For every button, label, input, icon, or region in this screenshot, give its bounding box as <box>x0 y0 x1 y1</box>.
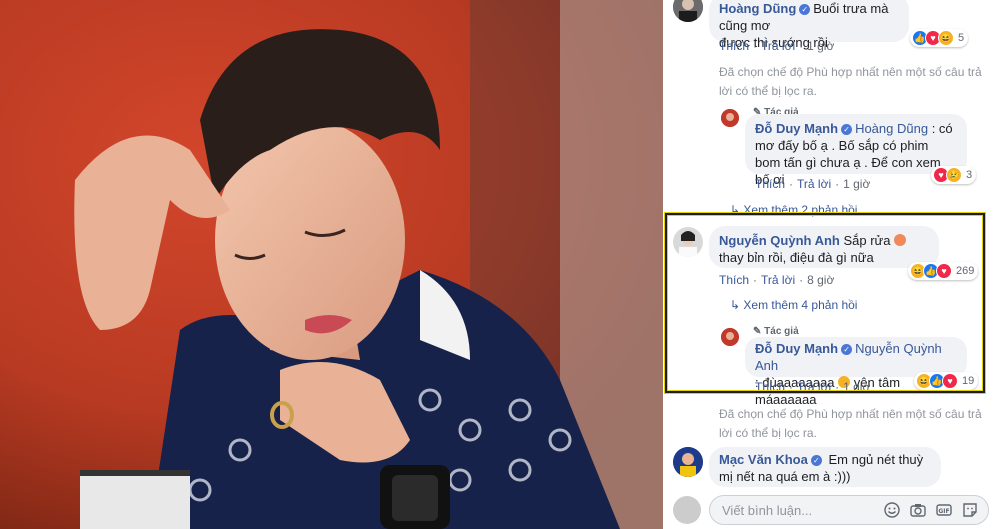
emoji-icon[interactable] <box>884 502 900 518</box>
avatar-image <box>673 447 703 477</box>
portrait-painting-image <box>0 0 663 529</box>
avatar[interactable] <box>673 227 703 257</box>
avatar[interactable] <box>673 447 703 477</box>
comments-panel: Hoàng Dũng ✓ Buổi trưa mà cũng mơ được thì… <box>663 0 999 529</box>
love-reaction-icon: ♥ <box>942 373 958 389</box>
love-reaction-icon: ♥ <box>936 263 952 279</box>
reply-do-duy-manh-1: ✎ Tác giả Đỗ Duy Mạnh ✓ Hoàng Dũng : có mơ… <box>673 104 993 194</box>
avatar-image <box>721 328 739 346</box>
verified-icon: ✓ <box>799 4 811 15</box>
commenter-name[interactable]: Đỗ Duy Mạnh <box>755 341 838 356</box>
comment-text-b: thay bỉn rồi, điệu đà gì nữa <box>719 250 874 265</box>
reply-link[interactable]: Trả lời <box>797 380 831 394</box>
comment-time[interactable]: 1 giờ <box>807 39 834 53</box>
pencil-icon: ✎ <box>753 326 762 337</box>
verified-icon: ✓ <box>841 124 853 135</box>
avatar-image <box>673 0 703 22</box>
reply-actions: Thích · Trả lời · 1 giờ <box>755 380 871 394</box>
comment-time[interactable]: 8 giờ <box>807 273 834 287</box>
comment-mac-van-khoa: Mạc Văn Khoa ✓ Em ngủ nét thuỳ mị nết na … <box>673 447 993 491</box>
like-link[interactable]: Thích <box>719 39 749 53</box>
verified-icon: ✓ <box>841 344 853 355</box>
painting-svg <box>0 0 663 529</box>
see-more-label: Xem thêm 2 phản hồi <box>743 203 858 217</box>
avatar-image <box>721 109 739 127</box>
reaction-summary[interactable]: 😆 👍 ♥ 19 <box>914 372 979 390</box>
reply-link[interactable]: Trả lời <box>761 273 795 287</box>
reply-do-duy-manh-2: ✎ Tác giả Đỗ Duy Mạnh ✓ Nguyễn Quỳnh Anh :… <box>673 323 993 407</box>
filter-notice: Đã chọn chế độ Phù hợp nhất nên một số c… <box>719 65 982 98</box>
commenter-name[interactable]: Hoàng Dũng <box>719 1 796 16</box>
peach-emoji-icon <box>894 234 907 246</box>
comment-input[interactable] <box>720 502 874 519</box>
reply-link[interactable]: Trả lời <box>797 177 831 191</box>
reaction-summary[interactable]: 😆 👍 ♥ 269 <box>908 262 979 280</box>
reply-time[interactable]: 1 giờ <box>843 177 870 191</box>
reply-bubble-body: Đỗ Duy Mạnh ✓ Nguyễn Quỳnh Anh : đùaaaaaaa… <box>745 337 967 407</box>
comment-bubble: Mạc Văn Khoa ✓ Em ngủ nét thuỳ mị nết na … <box>709 447 941 487</box>
haha-reaction-icon: 😆 <box>938 30 954 46</box>
avatar[interactable] <box>721 109 739 127</box>
comment-input-box[interactable]: GIF <box>709 495 989 525</box>
author-tag: ✎ Tác giả <box>753 326 799 337</box>
reply-arrow-icon: ↳ <box>730 203 741 217</box>
commenter-name[interactable]: Nguyễn Quỳnh Anh <box>719 233 840 248</box>
mention-link[interactable]: Hoàng Dũng <box>855 121 928 136</box>
comment-actions: Thích · Trả lời · 1 giờ <box>719 39 835 53</box>
avatar <box>673 496 701 524</box>
reaction-count: 3 <box>966 169 973 181</box>
sad-reaction-icon: 😢 <box>946 167 962 183</box>
avatar[interactable] <box>721 328 739 346</box>
like-link[interactable]: Thích <box>755 177 785 191</box>
commenter-name[interactable]: Đỗ Duy Mạnh <box>755 121 838 136</box>
reply-actions: Thích · Trả lời · 1 giờ <box>755 177 871 191</box>
svg-text:GIF: GIF <box>938 508 949 515</box>
filter-notice: Đã chọn chế độ Phù hợp nhất nên một số c… <box>719 407 982 440</box>
comment-bubble: Nguyễn Quỳnh Anh Sắp rửa thay bỉn rồi, đ… <box>709 226 939 268</box>
gif-icon[interactable]: GIF <box>936 502 952 518</box>
reaction-summary[interactable]: ♥ 😢 3 <box>931 166 977 184</box>
reply-time[interactable]: 1 giờ <box>843 380 870 394</box>
sticker-icon[interactable] <box>962 502 978 518</box>
comment-hoang-dung: Hoàng Dũng ✓ Buổi trưa mà cũng mơ được thì… <box>673 0 993 60</box>
comment-nguyen-quynh-anh: Nguyễn Quỳnh Anh Sắp rửa thay bỉn rồi, đ… <box>673 225 993 287</box>
comment-composer: GIF <box>673 495 993 527</box>
see-more-replies-1[interactable]: ↳ Xem thêm 2 phản hồi <box>730 203 857 217</box>
see-more-label: Xem thêm 4 phản hồi <box>743 298 858 312</box>
reaction-count: 269 <box>956 265 975 277</box>
reply-link[interactable]: Trả lời <box>761 39 795 53</box>
comment-text-a: Sắp rửa <box>843 233 891 248</box>
like-link[interactable]: Thích <box>719 273 749 287</box>
author-tag-label: Tác giả <box>764 326 799 337</box>
reaction-summary[interactable]: 👍 ♥ 😆 5 <box>910 29 969 47</box>
commenter-name[interactable]: Mạc Văn Khoa <box>719 452 808 467</box>
reply-bubble-body: Đỗ Duy Mạnh ✓ Hoàng Dũng : có mơ đấy bố ạ … <box>745 114 967 187</box>
avatar[interactable] <box>673 0 703 22</box>
see-more-replies-2[interactable]: ↳ Xem thêm 4 phản hồi <box>730 298 857 312</box>
verified-icon: ✓ <box>810 455 822 466</box>
reply-arrow-icon: ↳ <box>730 298 741 312</box>
comment-actions: Thích · Trả lời · 8 giờ <box>719 273 835 287</box>
avatar-image <box>673 227 703 257</box>
comment-bubble: Hoàng Dũng ✓ Buổi trưa mà cũng mơ được thì… <box>709 0 909 50</box>
reaction-count: 19 <box>962 375 975 387</box>
camera-icon[interactable] <box>910 502 926 518</box>
reaction-count: 5 <box>958 32 965 44</box>
like-link[interactable]: Thích <box>755 380 785 394</box>
